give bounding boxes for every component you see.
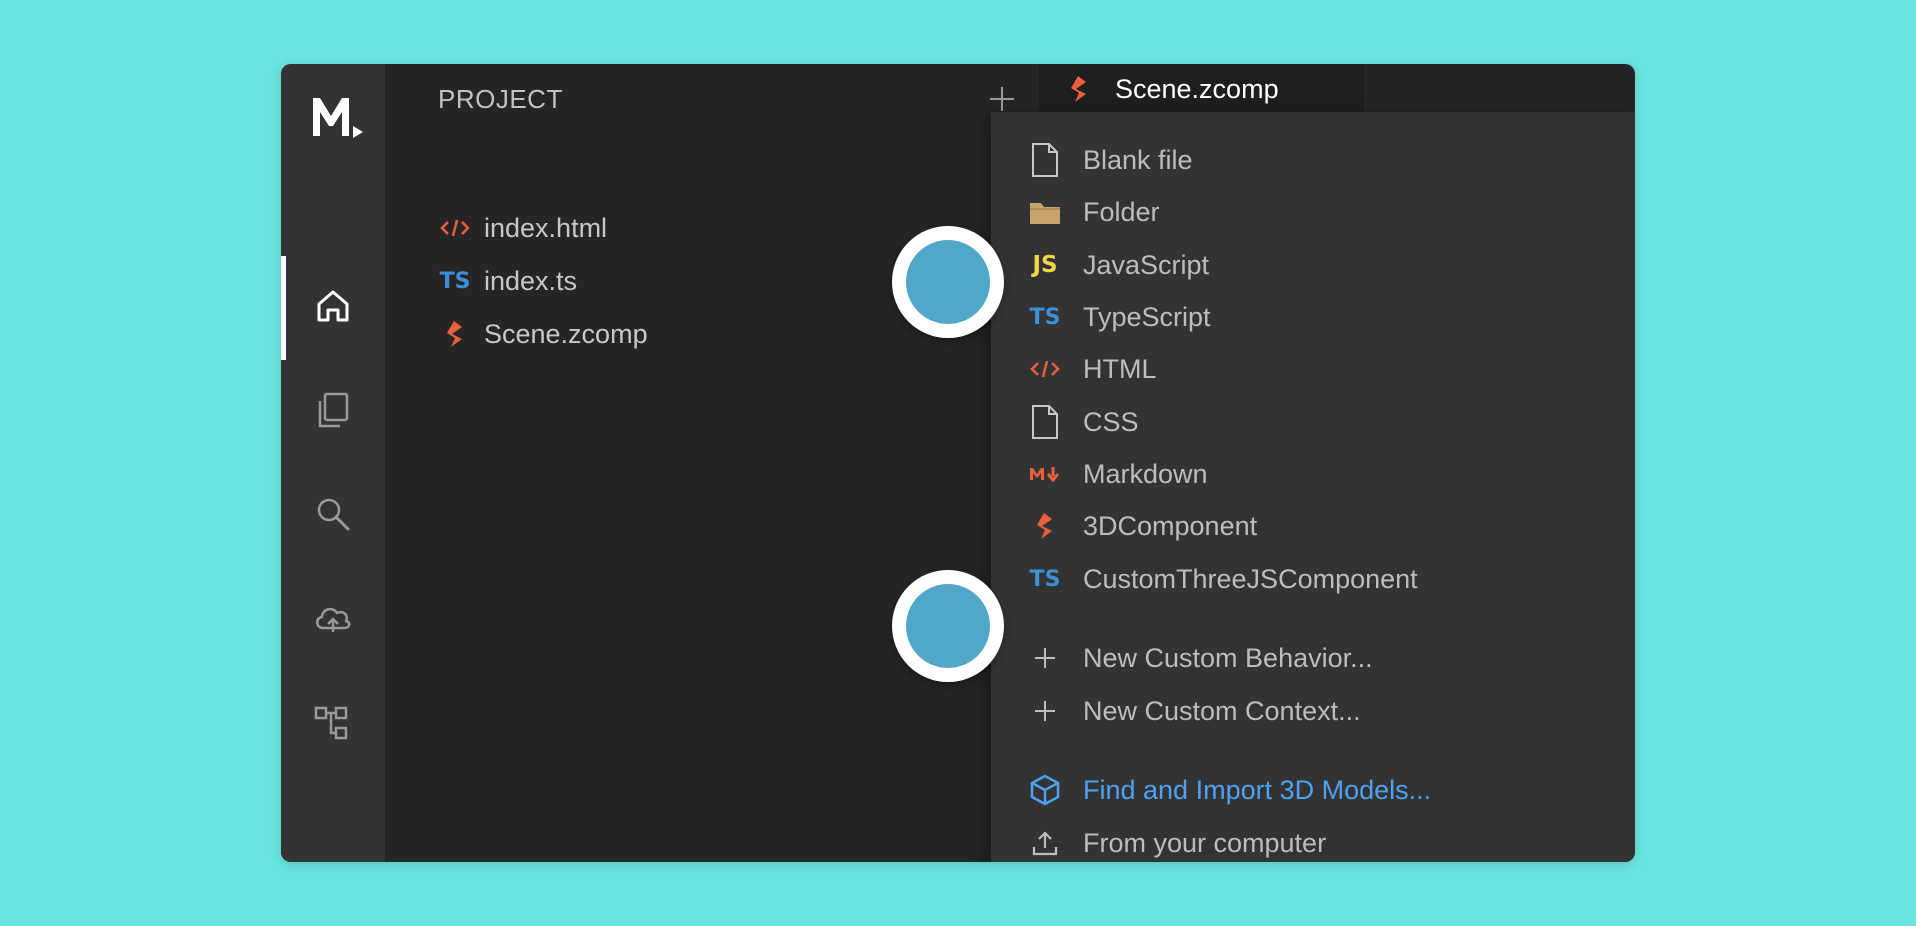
menu-item-html[interactable]: HTML (991, 343, 1635, 395)
search-icon (311, 492, 355, 541)
typescript-icon: TS (1029, 304, 1061, 330)
html-icon (1025, 349, 1065, 389)
activity-bar (281, 64, 385, 862)
editor-tab-scene-zcomp[interactable]: Scene.zcomp (1039, 64, 1364, 114)
menu-item-new-custom-context[interactable]: New Custom Context... (991, 685, 1635, 737)
tutorial-marker[interactable] (892, 570, 1004, 682)
html-file-icon (438, 211, 472, 245)
file-name: index.html (484, 212, 608, 243)
blank-file-icon (1025, 140, 1065, 180)
file-item-scene-zcomp[interactable]: Scene.zcomp (438, 311, 648, 357)
menu-item-markdown[interactable]: Markdown (991, 448, 1635, 500)
menu-item-3dcomponent[interactable]: 3DComponent (991, 500, 1635, 552)
css-file-icon (1025, 402, 1065, 442)
plus-icon (1025, 638, 1065, 678)
menu-item-label: CSS (1083, 406, 1139, 437)
tutorial-marker[interactable] (892, 226, 1004, 338)
menu-item-blank-file[interactable]: Blank file (991, 134, 1635, 186)
menu-item-label: 3DComponent (1083, 510, 1258, 541)
menu-item-label: Find and Import 3D Models... (1083, 774, 1432, 805)
menu-item-from-your-computer[interactable]: From your computer (991, 817, 1635, 862)
menu-item-typescript[interactable]: TS TypeScript (991, 291, 1635, 343)
activity-home[interactable] (281, 256, 385, 360)
explorer-panel: PROJECT index.html TS index.ts Scene.zco… (385, 64, 1025, 862)
menu-item-css[interactable]: CSS (991, 396, 1635, 448)
plus-icon (1025, 691, 1065, 731)
menu-item-find-import-3d-models[interactable]: Find and Import 3D Models... (991, 764, 1635, 816)
upload-icon (1025, 823, 1065, 862)
home-icon (311, 284, 355, 333)
zcomp-file-icon (438, 317, 472, 351)
markdown-icon (1025, 454, 1065, 494)
file-item-index-ts[interactable]: TS index.ts (438, 258, 578, 304)
new-file-menu: Blank file Folder JS JavaScript TS TypeS… (991, 112, 1635, 862)
menu-item-label: JavaScript (1083, 249, 1210, 280)
tab-label: Scene.zcomp (1115, 73, 1279, 104)
activity-search[interactable] (281, 464, 385, 568)
cube-icon (1025, 770, 1065, 810)
menu-item-folder[interactable]: Folder (991, 186, 1635, 238)
files-icon (311, 388, 355, 437)
menu-item-javascript[interactable]: JS JavaScript (991, 239, 1635, 291)
activity-cloud-upload[interactable] (281, 568, 385, 672)
menu-item-label: TypeScript (1083, 301, 1211, 332)
editor-window: PROJECT index.html TS index.ts Scene.zco… (281, 64, 1635, 862)
zcomp-icon (1025, 506, 1065, 546)
folder-icon (1025, 192, 1065, 232)
file-name: Scene.zcomp (484, 318, 648, 349)
menu-item-new-custom-behavior[interactable]: New Custom Behavior... (991, 632, 1635, 684)
menu-item-label: From your computer (1083, 827, 1327, 858)
menu-item-customthreejscomponent[interactable]: TS CustomThreeJSComponent (991, 553, 1635, 605)
app-logo (311, 92, 371, 142)
new-file-button[interactable] (985, 82, 1019, 116)
menu-item-label: New Custom Context... (1083, 695, 1361, 726)
cloud-upload-icon (311, 596, 355, 645)
typescript-file-icon: TS (439, 268, 471, 294)
activity-files[interactable] (281, 360, 385, 464)
hierarchy-icon (311, 700, 355, 749)
explorer-title: PROJECT (438, 84, 563, 114)
file-item-index-html[interactable]: index.html (438, 205, 607, 251)
typescript-icon: TS (1029, 566, 1061, 592)
zcomp-file-icon (1067, 72, 1097, 106)
menu-item-label: CustomThreeJSComponent (1083, 563, 1418, 594)
activity-hierarchy[interactable] (281, 672, 385, 776)
menu-item-label: HTML (1083, 353, 1157, 384)
javascript-icon: JS (1032, 252, 1058, 278)
menu-item-label: Folder (1083, 196, 1160, 227)
menu-item-label: New Custom Behavior... (1083, 642, 1373, 673)
menu-item-label: Markdown (1083, 458, 1208, 489)
menu-item-label: Blank file (1083, 144, 1193, 175)
file-name: index.ts (484, 265, 578, 296)
